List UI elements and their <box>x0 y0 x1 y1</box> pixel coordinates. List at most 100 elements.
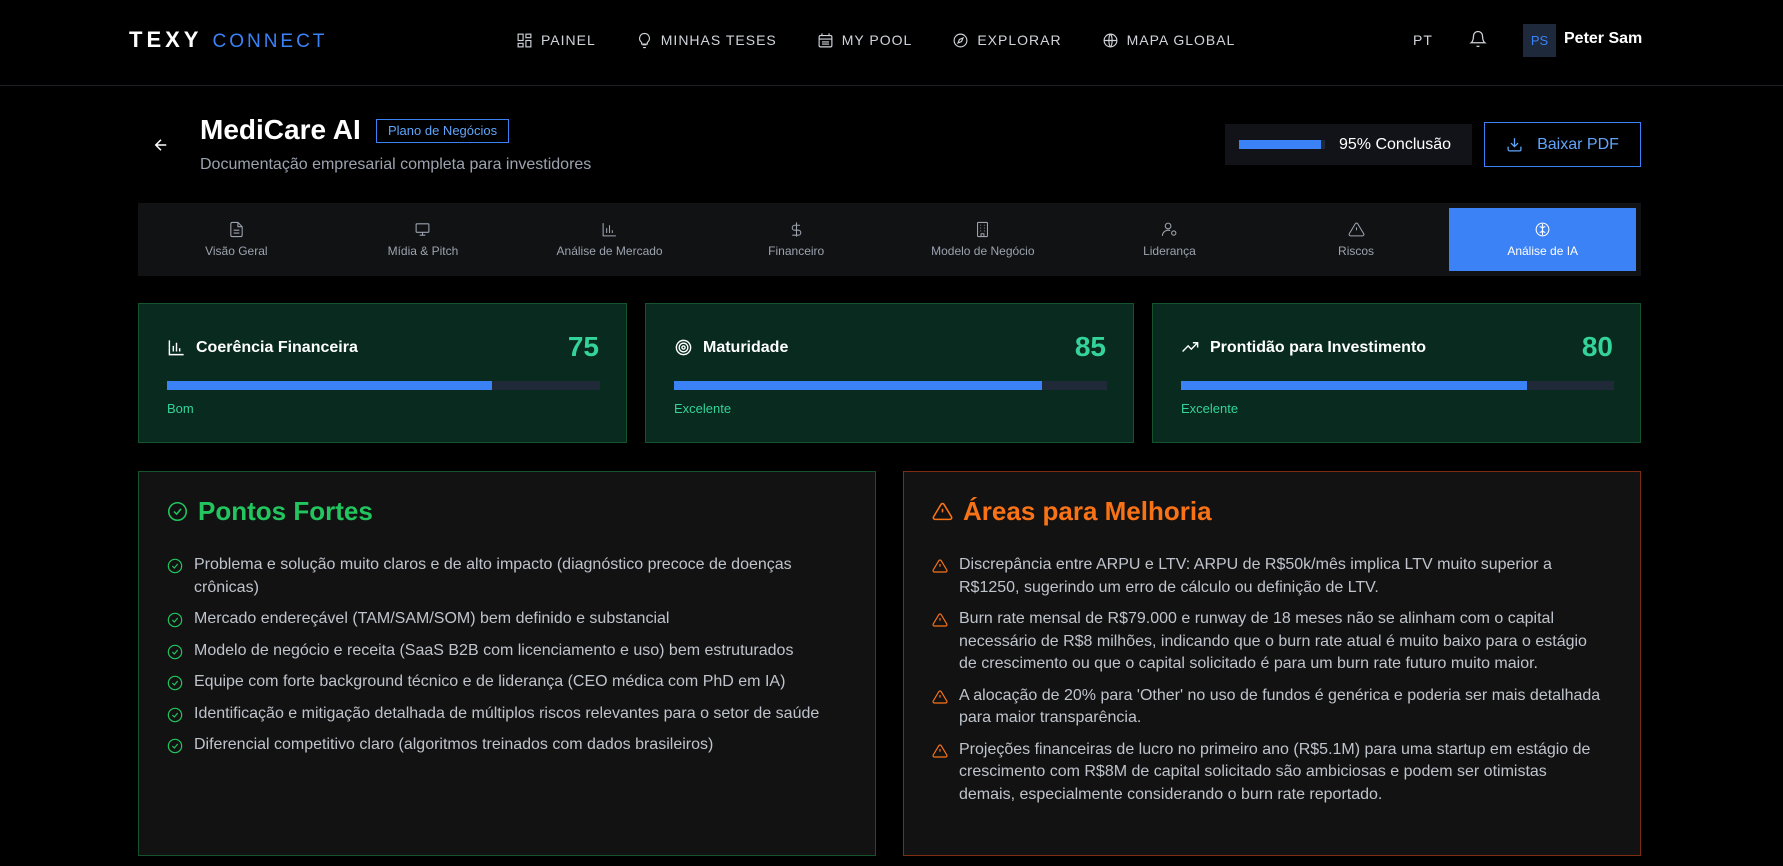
nav-label: MY POOL <box>841 32 913 48</box>
nav-label: MAPA GLOBAL <box>1126 32 1236 48</box>
strengths-title: Pontos Fortes <box>198 496 373 526</box>
tab-label: Mídia & Pitch <box>387 244 459 258</box>
completion-indicator: 95% Conclusão <box>1225 124 1472 165</box>
page-subtitle: Documentação empresarial completa para i… <box>200 156 592 173</box>
strengths-heading: Pontos Fortes <box>167 496 373 527</box>
dashboard-icon <box>517 33 532 47</box>
strengths-panel: Pontos Fortes Problema e solução muito c… <box>138 471 876 856</box>
completion-label: 95% Conclusão <box>1339 135 1452 153</box>
warning-icon <box>932 689 948 704</box>
tab-label: Análise de Mercado <box>556 244 663 258</box>
improvements-heading: Áreas para Melhoria <box>932 496 1212 527</box>
download-icon <box>1507 138 1522 152</box>
nav-item-painel[interactable]: PAINEL <box>516 28 596 52</box>
list-item: Modelo de negócio e receita (SaaS B2B co… <box>167 640 837 663</box>
avatar[interactable]: PS <box>1523 24 1556 57</box>
check-circle-icon <box>167 644 183 659</box>
tab-label: Financeiro <box>768 244 825 258</box>
score-title: Prontidão para Investimento <box>1210 338 1427 356</box>
user-gear-icon <box>1161 222 1177 236</box>
download-pdf-label: Baixar PDF <box>1537 135 1619 153</box>
score-rating: Bom <box>167 401 194 416</box>
tab-label: Riscos <box>1338 244 1375 258</box>
warning-icon <box>1348 222 1364 237</box>
score-card-header: Coerência Financeira <box>167 338 358 357</box>
globe-icon <box>1103 33 1118 47</box>
strength-text: Identificação e mitigação detalhada de m… <box>194 704 820 722</box>
language-selector[interactable]: PT <box>1413 32 1433 48</box>
notifications-bell-icon[interactable] <box>1469 30 1487 48</box>
check-circle-icon <box>167 558 183 574</box>
list-item: Equipe com forte background técnico e de… <box>167 671 837 694</box>
warning-icon <box>932 613 948 627</box>
tab-riscos[interactable]: Riscos <box>1263 208 1450 271</box>
list-item: Diferencial competitivo claro (algoritmo… <box>167 734 837 757</box>
tab-label: Visão Geral <box>205 244 268 258</box>
improvements-title: Áreas para Melhoria <box>963 496 1212 526</box>
score-value: 85 <box>1074 331 1106 362</box>
score-card-prontidao-investimento: Prontidão para Investimento 80 Excelente <box>1152 303 1641 443</box>
check-circle-icon <box>167 738 183 754</box>
list-item: Projeções financeiras de lucro no primei… <box>932 739 1602 807</box>
check-circle-icon <box>167 675 183 691</box>
tab-financeiro[interactable]: Financeiro <box>703 208 890 271</box>
bar-chart-icon <box>602 223 616 237</box>
improvement-text: Burn rate mensal de R$79.000 e runway de… <box>959 610 1587 672</box>
main-nav: PAINEL MINHAS TESES MY POOL EXPLORAR MAP… <box>516 28 1275 52</box>
user-name[interactable]: Peter Sam <box>1564 30 1642 48</box>
list-item: A alocação de 20% para 'Other' no uso de… <box>932 685 1602 730</box>
tab-modelo-negocio[interactable]: Modelo de Negócio <box>890 208 1077 271</box>
tab-label: Modelo de Negócio <box>931 244 1035 258</box>
trending-up-icon <box>1182 342 1199 352</box>
document-icon <box>230 221 243 238</box>
nav-item-minhas-teses[interactable]: MINHAS TESES <box>636 28 777 52</box>
score-bar <box>167 381 600 390</box>
section-tabs: Visão Geral Mídia & Pitch Análise de Mer… <box>138 203 1641 276</box>
improvements-panel: Áreas para Melhoria Discrepância entre A… <box>903 471 1641 856</box>
nav-item-my-pool[interactable]: MY POOL <box>817 28 913 52</box>
pool-icon <box>818 32 833 47</box>
score-bar <box>1181 381 1614 390</box>
back-arrow-icon[interactable] <box>152 136 170 154</box>
strength-text: Problema e solução muito claros e de alt… <box>194 556 792 596</box>
brand-logo[interactable]: TEXY CONNECT <box>129 27 327 53</box>
tab-label: Liderança <box>1143 244 1196 258</box>
page-title: MediCare AI <box>200 114 361 145</box>
warning-icon <box>932 559 948 573</box>
check-circle-icon <box>167 707 183 722</box>
list-item: Identificação e mitigação detalhada de m… <box>167 703 837 726</box>
strength-text: Diferencial competitivo claro (algoritmo… <box>194 736 714 753</box>
building-icon <box>977 221 989 238</box>
nav-item-explorar[interactable]: EXPLORAR <box>952 28 1061 52</box>
tab-label: Análise de IA <box>1507 244 1579 258</box>
tab-analise-ia[interactable]: Análise de IA <box>1449 208 1636 271</box>
improvement-text: Projeções financeiras de lucro no primei… <box>959 740 1591 803</box>
nav-item-mapa-global[interactable]: MAPA GLOBAL <box>1102 28 1236 52</box>
score-card-coerencia-financeira: Coerência Financeira 75 Bom <box>138 303 627 443</box>
strengths-list: Problema e solução muito claros e de alt… <box>167 554 837 766</box>
nav-label: PAINEL <box>541 32 596 48</box>
score-value: 80 <box>1581 331 1613 362</box>
improvements-list: Discrepância entre ARPU e LTV: ARPU de R… <box>932 554 1602 815</box>
download-pdf-button[interactable]: Baixar PDF <box>1484 122 1641 167</box>
score-title: Maturidade <box>703 338 789 356</box>
list-item: Mercado endereçável (TAM/SAM/SOM) bem de… <box>167 608 837 631</box>
strength-text: Mercado endereçável (TAM/SAM/SOM) bem de… <box>194 610 670 627</box>
warning-icon <box>932 743 948 758</box>
strength-text: Equipe com forte background técnico e de… <box>194 673 786 690</box>
tab-lideranca[interactable]: Liderança <box>1076 208 1263 271</box>
tab-visao-geral[interactable]: Visão Geral <box>143 208 330 271</box>
lightbulb-icon <box>638 32 650 48</box>
brand-part1: TEXY <box>129 27 203 52</box>
tab-midia-pitch[interactable]: Mídia & Pitch <box>330 208 517 271</box>
check-circle-icon <box>167 501 188 522</box>
document-type-badge: Plano de Negócios <box>376 119 510 143</box>
list-item: Problema e solução muito claros e de alt… <box>167 554 837 599</box>
completion-progress-bar <box>1239 140 1325 149</box>
brain-icon <box>1535 222 1550 237</box>
target-icon <box>675 339 692 356</box>
check-circle-icon <box>167 612 183 628</box>
strength-text: Modelo de negócio e receita (SaaS B2B co… <box>194 641 794 659</box>
tab-analise-mercado[interactable]: Análise de Mercado <box>516 208 703 271</box>
list-item: Burn rate mensal de R$79.000 e runway de… <box>932 608 1602 676</box>
